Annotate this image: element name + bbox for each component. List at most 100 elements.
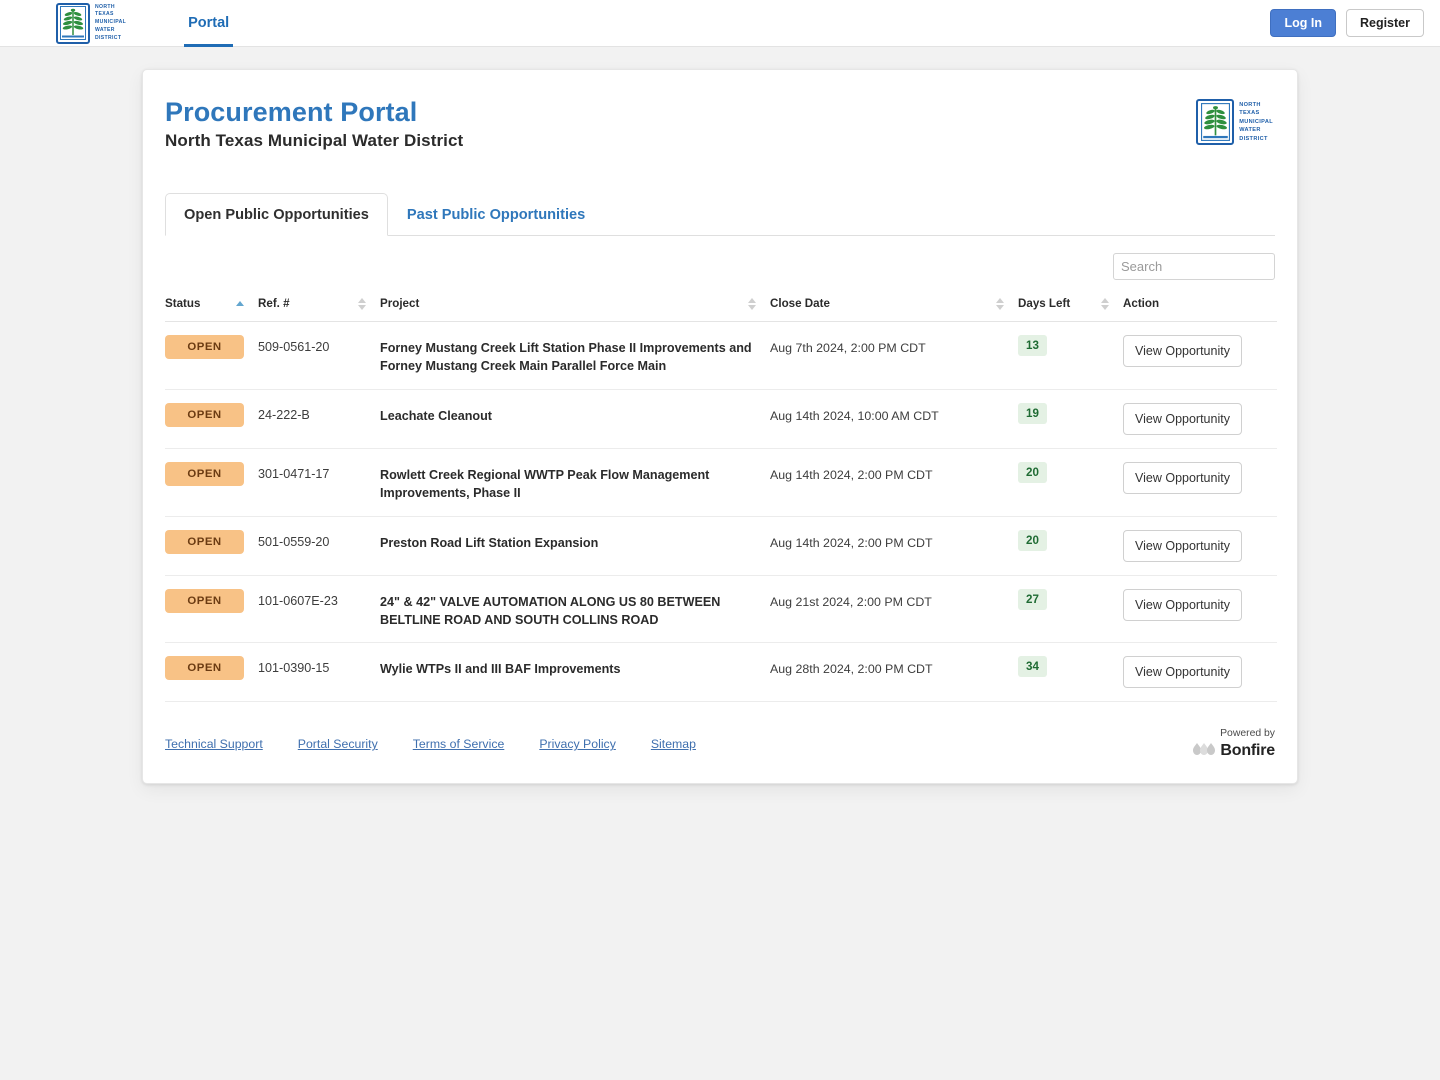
cell-days-left: 19 xyxy=(1018,389,1123,449)
view-opportunity-button[interactable]: View Opportunity xyxy=(1123,529,1242,562)
footer-link-portal-security[interactable]: Portal Security xyxy=(298,737,378,751)
close-date: Aug 14th 2024, 2:00 PM CDT xyxy=(770,467,933,482)
column-header-ref[interactable]: Ref. # xyxy=(258,291,380,323)
table-row: OPEN 101-0390-15 Wylie WTPs II and III BAF… xyxy=(165,642,1277,703)
register-button[interactable]: Register xyxy=(1345,9,1424,37)
cell-close-date: Aug 14th 2024, 2:00 PM CDT xyxy=(770,516,1018,576)
cell-status: OPEN xyxy=(165,389,258,449)
district-logo-wordmark: NORTH TEXAS MUNICIPAL WATER DISTRICT xyxy=(1239,101,1273,144)
cell-action: View Opportunity xyxy=(1123,389,1277,449)
brand-logo[interactable]: NORTH TEXAS MUNICIPAL WATER DISTRICT xyxy=(56,1,126,45)
sort-toggle-project-icon[interactable] xyxy=(748,297,756,310)
sort-toggle-status-ascending-icon[interactable] xyxy=(236,301,244,307)
cell-project: 24" & 42" VALVE AUTOMATION ALONG US 80 B… xyxy=(380,575,770,644)
district-word-5: DISTRICT xyxy=(1239,135,1268,142)
project-title: Forney Mustang Creek Lift Station Phase … xyxy=(380,341,752,374)
opportunity-tabs: Open Public Opportunities Past Public Op… xyxy=(165,192,1275,237)
tab-past-public-opportunities[interactable]: Past Public Opportunities xyxy=(388,193,604,236)
nav-item-portal-label: Portal xyxy=(188,15,230,31)
column-header-close-date-label: Close Date xyxy=(770,297,830,311)
days-left-badge: 27 xyxy=(1018,588,1047,610)
procurement-portal-card: Procurement Portal North Texas Municipal… xyxy=(142,69,1298,784)
cell-ref: 101-0607E-23 xyxy=(258,575,380,644)
cell-days-left: 13 xyxy=(1018,321,1123,390)
footer-link-terms-of-service[interactable]: Terms of Service xyxy=(413,737,505,751)
log-in-button[interactable]: Log In xyxy=(1270,9,1336,37)
nav-item-portal[interactable]: Portal xyxy=(184,0,234,47)
footer-link-sitemap[interactable]: Sitemap xyxy=(651,737,696,751)
view-opportunity-button[interactable]: View Opportunity xyxy=(1123,656,1242,689)
page-subtitle: North Texas Municipal Water District xyxy=(165,131,464,151)
cell-close-date: Aug 14th 2024, 2:00 PM CDT xyxy=(770,448,1018,517)
search-input[interactable] xyxy=(1113,253,1275,281)
close-date: Aug 28th 2024, 2:00 PM CDT xyxy=(770,662,933,677)
sort-toggle-close-date-icon[interactable] xyxy=(996,297,1004,310)
status-badge: OPEN xyxy=(165,461,244,486)
ref-number: 101-0607E-23 xyxy=(258,593,338,608)
cell-days-left: 20 xyxy=(1018,448,1123,517)
page-title-block: Procurement Portal North Texas Municipal… xyxy=(165,97,463,151)
brand-word-2: TEXAS xyxy=(95,11,114,18)
nav-links: Portal xyxy=(184,0,234,47)
view-opportunity-button[interactable]: View Opportunity xyxy=(1123,588,1242,621)
footer-link-technical-support[interactable]: Technical Support xyxy=(165,737,263,751)
sort-toggle-days-left-icon[interactable] xyxy=(1101,297,1109,310)
cell-status: OPEN xyxy=(165,448,258,517)
status-badge: OPEN xyxy=(165,656,244,681)
column-header-project-label: Project xyxy=(380,297,420,311)
cell-status: OPEN xyxy=(165,516,258,576)
cell-status: OPEN xyxy=(165,321,258,390)
project-title: Rowlett Creek Regional WWTP Peak Flow Ma… xyxy=(380,467,710,500)
column-header-days-left[interactable]: Days Left xyxy=(1018,291,1123,323)
tab-open-label: Open Public Opportunities xyxy=(184,207,369,224)
days-left-badge: 20 xyxy=(1018,461,1047,483)
status-badge: OPEN xyxy=(165,402,244,427)
cell-project: Forney Mustang Creek Lift Station Phase … xyxy=(380,321,770,390)
brand-word-4: WATER xyxy=(95,26,115,33)
ref-number: 101-0390-15 xyxy=(258,661,330,676)
column-header-action: Action xyxy=(1123,291,1277,323)
cell-close-date: Aug 28th 2024, 2:00 PM CDT xyxy=(770,642,1018,703)
bonfire-flame-icon xyxy=(1193,742,1216,759)
cell-ref: 101-0390-15 xyxy=(258,642,380,703)
district-word-2: TEXAS xyxy=(1239,110,1260,117)
search-row xyxy=(165,236,1275,291)
cell-days-left: 27 xyxy=(1018,575,1123,644)
cell-project: Preston Road Lift Station Expansion xyxy=(380,516,770,576)
table-header: Status Ref. # Project Close Date Days Le… xyxy=(165,291,1277,323)
status-badge: OPEN xyxy=(165,335,244,360)
cell-status: OPEN xyxy=(165,642,258,703)
brand-word-5: DISTRICT xyxy=(95,34,122,41)
cell-project: Leachate Cleanout xyxy=(380,389,770,449)
sort-toggle-ref-icon[interactable] xyxy=(358,297,366,310)
table-row: OPEN 509-0561-20 Forney Mustang Creek Lift… xyxy=(165,321,1277,390)
tab-past-label: Past Public Opportunities xyxy=(406,207,586,224)
column-header-status[interactable]: Status xyxy=(165,291,258,323)
opportunities-table: Status Ref. # Project Close Date Days Le… xyxy=(165,291,1277,703)
close-date: Aug 7th 2024, 2:00 PM CDT xyxy=(770,341,926,356)
view-opportunity-button[interactable]: View Opportunity xyxy=(1123,461,1242,494)
card-header: Procurement Portal North Texas Municipal… xyxy=(165,92,1275,151)
footer-link-privacy-policy[interactable]: Privacy Policy xyxy=(539,737,616,751)
days-left-badge: 13 xyxy=(1018,335,1047,357)
cell-action: View Opportunity xyxy=(1123,516,1277,576)
cell-close-date: Aug 7th 2024, 2:00 PM CDT xyxy=(770,321,1018,390)
cell-ref: 301-0471-17 xyxy=(258,448,380,517)
column-header-action-label: Action xyxy=(1123,297,1160,311)
view-opportunity-button[interactable]: View Opportunity xyxy=(1123,402,1242,435)
close-date: Aug 21st 2024, 2:00 PM CDT xyxy=(770,594,932,609)
tab-open-public-opportunities[interactable]: Open Public Opportunities xyxy=(165,193,388,237)
table-header-row: Status Ref. # Project Close Date Days Le… xyxy=(165,291,1277,323)
column-header-project[interactable]: Project xyxy=(380,291,770,323)
cell-project: Rowlett Creek Regional WWTP Peak Flow Ma… xyxy=(380,448,770,517)
cell-action: View Opportunity xyxy=(1123,642,1277,703)
status-badge: OPEN xyxy=(165,529,244,554)
footer-links: Technical Support Portal Security Terms … xyxy=(165,737,696,751)
district-word-1: NORTH xyxy=(1239,101,1261,108)
cell-ref: 24-222-B xyxy=(258,389,380,449)
view-opportunity-button[interactable]: View Opportunity xyxy=(1123,335,1242,368)
column-header-close-date[interactable]: Close Date xyxy=(770,291,1018,323)
ref-number: 509-0561-20 xyxy=(258,340,330,355)
project-title: Wylie WTPs II and III BAF Improvements xyxy=(380,662,621,677)
table-body: OPEN 509-0561-20 Forney Mustang Creek Lift… xyxy=(165,321,1277,703)
